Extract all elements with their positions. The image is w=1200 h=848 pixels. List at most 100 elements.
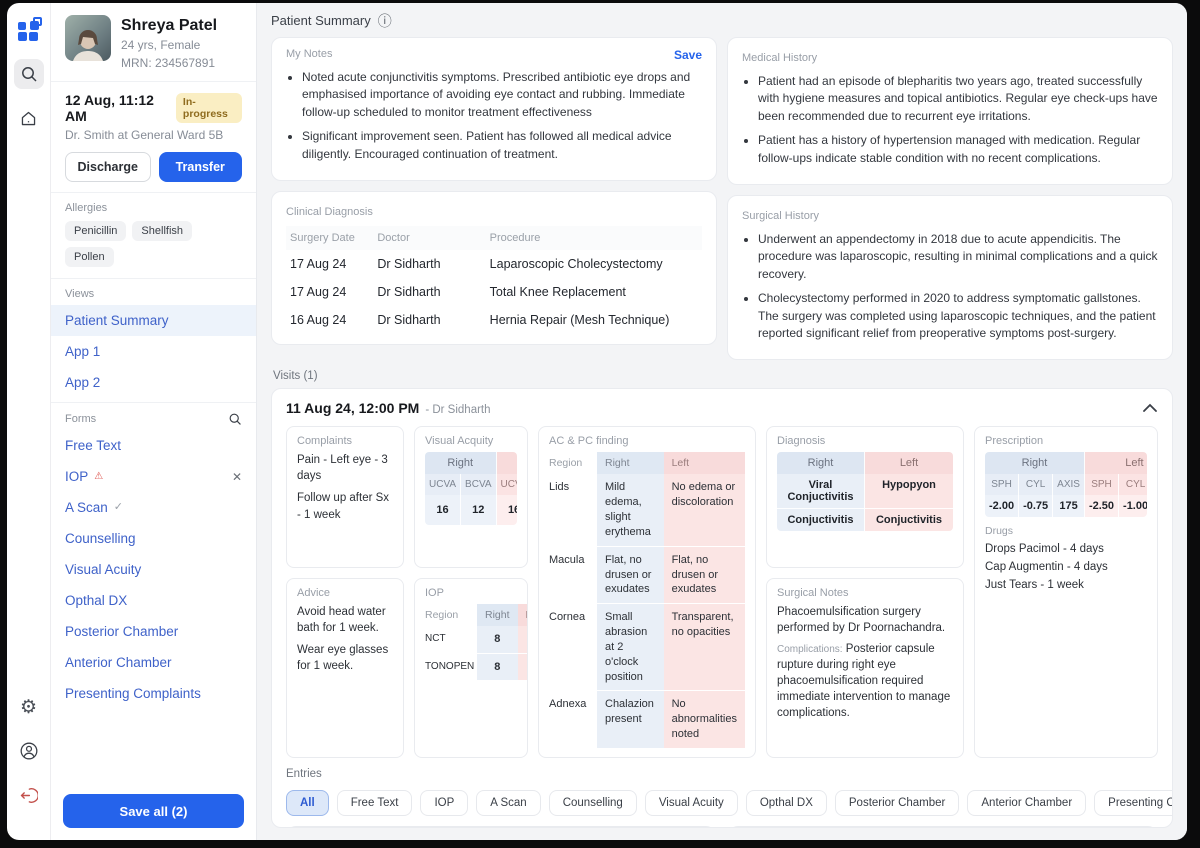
allergy-chip: Pollen [65, 247, 114, 267]
profile-icon[interactable] [14, 736, 44, 766]
close-icon[interactable]: ✕ [232, 470, 242, 484]
window-frame: ⚙ Shreya Patel 24 yrs, Female MRN: 23456… [0, 0, 1200, 848]
filter-chip-presenting-complaints[interactable]: Presenting Complaints [1094, 790, 1173, 816]
forms-label: Forms [65, 413, 228, 425]
patient-mrn: MRN: 234567891 [121, 55, 217, 71]
medical-history-label: Medical History [742, 52, 817, 64]
allergy-chip: Shellfish [132, 221, 192, 241]
logout-icon[interactable] [14, 780, 44, 810]
sidebar-form-visual-acuity[interactable]: Visual Acuity [51, 554, 256, 585]
sidebar-item-patient-summary[interactable]: Patient Summary [51, 305, 256, 336]
note-bullet: Significant improvement seen. Patient ha… [302, 128, 702, 163]
patient-age-sex: 24 yrs, Female [121, 37, 217, 53]
column-header: Doctor [373, 226, 485, 250]
visual-acuity-card: Visual Acquity Right Left UCVA BCVA UCVA… [414, 426, 528, 568]
home-icon[interactable] [14, 103, 44, 133]
filter-chip-iop[interactable]: IOP [420, 790, 468, 816]
sidebar-form-anterior-chamber[interactable]: Anterior Chamber [51, 647, 256, 678]
page-title: Patient Summary [271, 13, 371, 28]
visual-acuity-label: Visual Acquity [425, 435, 517, 447]
entries-filter-row: All Free Text IOP A Scan Counselling Vis… [286, 790, 1158, 816]
transfer-button[interactable]: Transfer [159, 152, 243, 182]
acpc-finding-card: AC & PC finding Region Right Left Lids M… [538, 426, 756, 758]
app-logo-icon[interactable] [14, 15, 44, 45]
filter-chip-counselling[interactable]: Counselling [549, 790, 637, 816]
prescription-label: Prescription [985, 435, 1147, 447]
clinical-diagnosis-table: Surgery Date Doctor Procedure 17 Aug 24D… [286, 226, 702, 334]
surgical-history-card: Surgical History Underwent an appendecto… [727, 195, 1173, 360]
main-content: Patient Summary ⓘ My Notes Save Noted ac… [257, 3, 1187, 840]
filter-chip-a-scan[interactable]: A Scan [476, 790, 540, 816]
sidebar-form-iop[interactable]: IOP ⚠ ✕ [51, 461, 256, 492]
status-badge: In-progress [176, 93, 242, 123]
iop-label: IOP [425, 587, 517, 599]
complaints-card: Complaints Pain - Left eye - 3 days Foll… [286, 426, 404, 568]
search-icon[interactable] [14, 59, 44, 89]
table-row: 17 Aug 24Dr SidharthTotal Knee Replaceme… [286, 278, 702, 306]
history-bullet: Cholecystectomy performed in 2020 to add… [758, 290, 1158, 342]
sidebar-item-app2[interactable]: App 2 [51, 367, 256, 398]
sidebar-form-free-text[interactable]: Free Text [51, 430, 256, 461]
sidebar: Shreya Patel 24 yrs, Female MRN: 2345678… [51, 3, 257, 840]
acpc-table: Region Right Left Lids Mild edema, sligh… [549, 452, 745, 749]
encounter-location: Dr. Smith at General Ward 5B [65, 128, 242, 142]
entries-label: Entries [286, 768, 1158, 780]
check-icon: ✓ [114, 502, 123, 513]
filter-chip-posterior-chamber[interactable]: Posterior Chamber [835, 790, 960, 816]
filter-chip-free-text[interactable]: Free Text [337, 790, 413, 816]
history-bullet: Patient has a history of hypertension ma… [758, 132, 1158, 167]
warning-icon: ⚠ [94, 472, 103, 482]
sidebar-item-app1[interactable]: App 1 [51, 336, 256, 367]
app-window: ⚙ Shreya Patel 24 yrs, Female MRN: 23456… [7, 3, 1187, 840]
filter-chip-all[interactable]: All [286, 790, 329, 816]
patient-avatar [65, 15, 111, 61]
sidebar-form-opthal-dx[interactable]: Opthal DX [51, 585, 256, 616]
sidebar-form-presenting-complaints[interactable]: Presenting Complaints [51, 678, 256, 709]
chevron-up-icon[interactable] [1142, 403, 1158, 413]
drug-line: Cap Augmentin - 4 days [985, 559, 1147, 577]
table-row: 16 Aug 24Dr SidharthHernia Repair (Mesh … [286, 306, 702, 334]
icon-rail: ⚙ [7, 3, 51, 840]
sidebar-form-posterior-chamber[interactable]: Posterior Chamber [51, 616, 256, 647]
advice-label: Advice [297, 587, 393, 599]
encounter-info: 12 Aug, 11:12 AM In-progress Dr. Smith a… [51, 82, 256, 192]
notes-save-button[interactable]: Save [674, 48, 702, 62]
sidebar-form-counselling[interactable]: Counselling [51, 523, 256, 554]
surgical-history-label: Surgical History [742, 210, 819, 222]
table-row: 17 Aug 24Dr SidharthLaparoscopic Cholecy… [286, 250, 702, 278]
medical-history-card: Medical History Patient had an episode o… [727, 37, 1173, 185]
entry-free-text-1: Free Text Dr Sidharth • 11:27 AM ⋮ It is… [286, 826, 716, 828]
visual-acuity-table: Right Left UCVA BCVA UCVA BCVA 16 12 16 … [425, 452, 517, 525]
surgical-notes-label: Surgical Notes [777, 587, 953, 599]
entry-posterior-chamber: Posterior Chamber Dr Sidharth • 10:18 AM… [728, 826, 1158, 828]
drug-line: Drops Pacimol - 4 days [985, 541, 1147, 559]
discharge-button[interactable]: Discharge [65, 152, 151, 182]
iop-card: IOP Region Right Left NCT 8 14 TONOPEN 8… [414, 578, 528, 758]
drugs-label: Drugs [985, 525, 1147, 537]
logo-icon [18, 19, 40, 41]
patient-header: Shreya Patel 24 yrs, Female MRN: 2345678… [51, 3, 256, 81]
info-icon[interactable]: ⓘ [378, 14, 392, 28]
complaints-label: Complaints [297, 435, 393, 447]
clinical-diagnosis-card: Clinical Diagnosis Surgery Date Doctor P… [271, 191, 717, 345]
clinical-diagnosis-label: Clinical Diagnosis [286, 206, 373, 218]
filter-chip-visual-acuity[interactable]: Visual Acuity [645, 790, 738, 816]
iop-table: Region Right Left NCT 8 14 TONOPEN 8 13 [425, 604, 517, 682]
allergies-list: Penicillin Shellfish Pollen [51, 219, 256, 278]
my-notes-label: My Notes [286, 48, 332, 62]
diagnosis-table: Right Left Viral Conjuctivitis Hypopyon … [777, 452, 953, 531]
visit-doctor: - Dr Sidharth [425, 404, 490, 416]
prescription-table: Right Left SPH CYL AXIS SPH CYL AXIS -2.… [985, 452, 1147, 517]
filter-chip-anterior-chamber[interactable]: Anterior Chamber [967, 790, 1086, 816]
sidebar-form-a-scan[interactable]: A Scan ✓ [51, 492, 256, 523]
forms-search-icon[interactable] [228, 412, 242, 426]
filter-chip-opthal-dx[interactable]: Opthal DX [746, 790, 827, 816]
allergies-label: Allergies [51, 193, 256, 219]
complications-label: Complications: [777, 644, 843, 655]
save-all-button[interactable]: Save all (2) [63, 794, 244, 828]
visit-card: 11 Aug 24, 12:00 PM - Dr Sidharth Compla… [271, 388, 1173, 828]
column-header: Surgery Date [286, 226, 373, 250]
my-notes-card: My Notes Save Noted acute conjunctivitis… [271, 37, 717, 181]
settings-gear-icon[interactable]: ⚙ [14, 692, 44, 722]
surgical-notes-card: Surgical Notes Phacoemulsification surge… [766, 578, 964, 758]
